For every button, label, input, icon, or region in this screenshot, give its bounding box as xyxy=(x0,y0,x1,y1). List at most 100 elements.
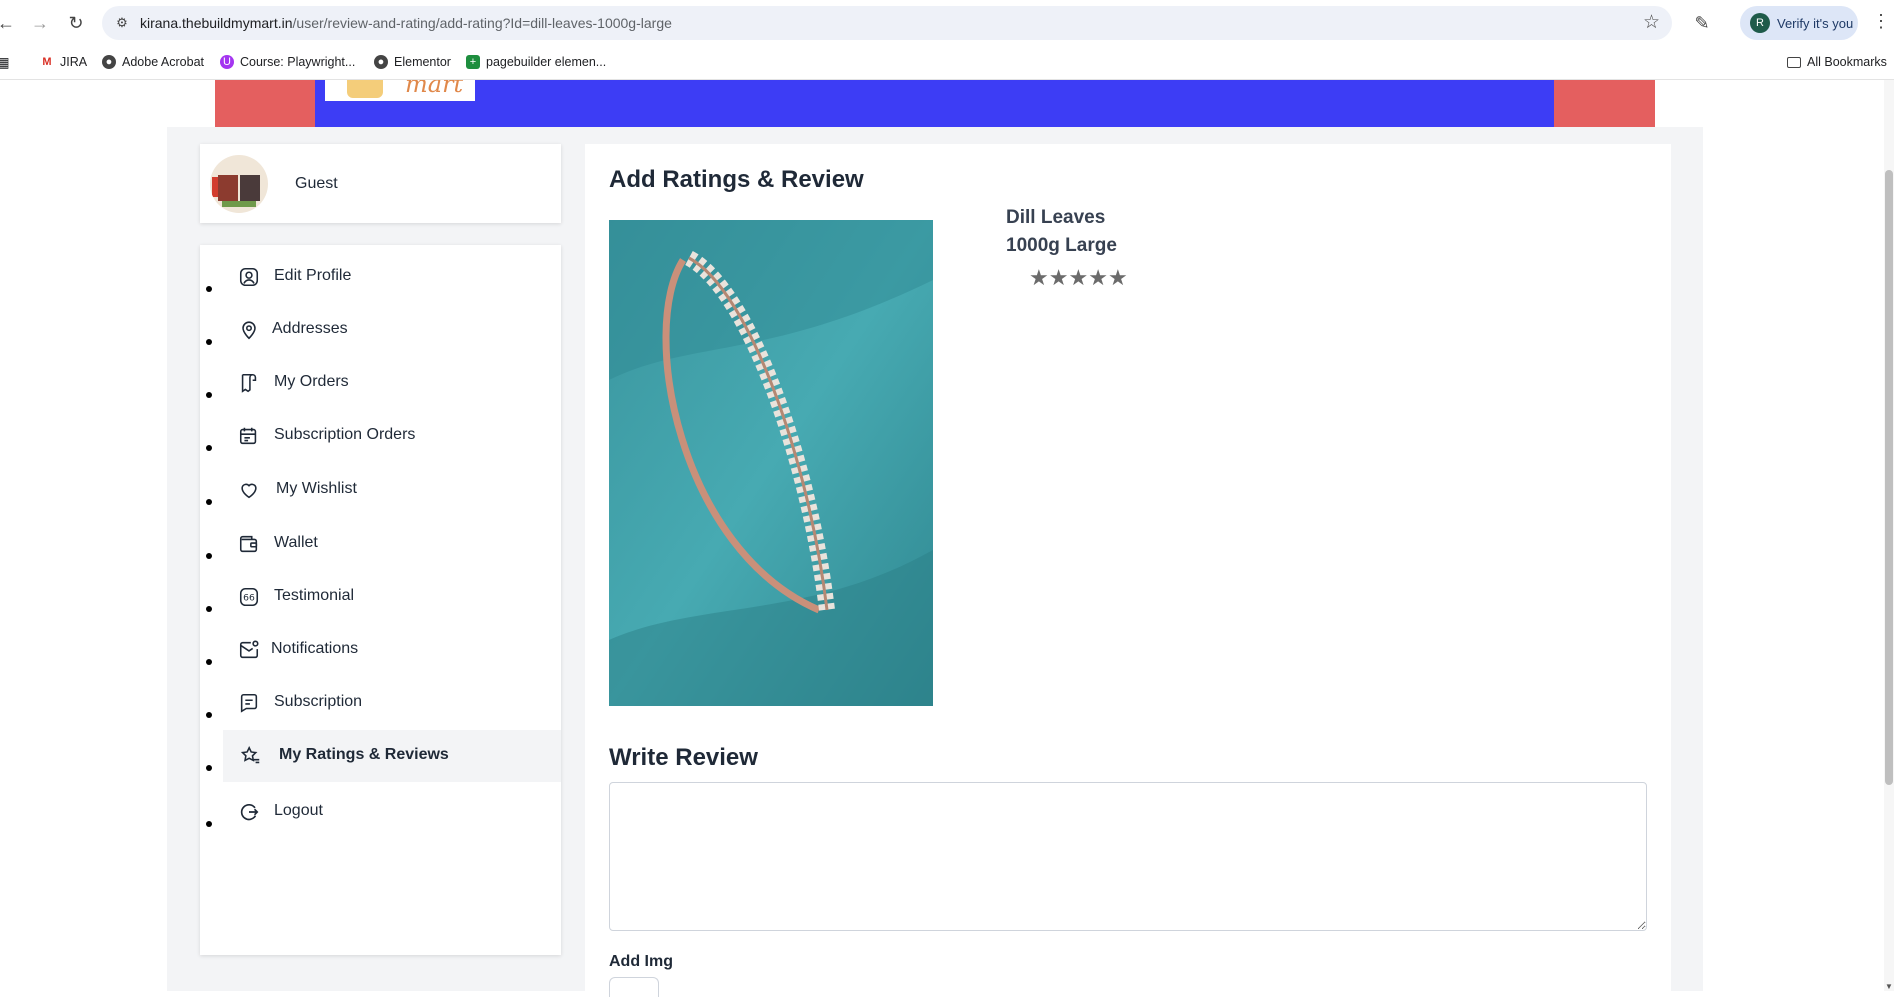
product-name: Dill Leaves xyxy=(1006,207,1106,228)
sidebar-item-label: Notifications xyxy=(271,640,359,657)
sidebar-item-my-ratings-reviews[interactable]: My Ratings & Reviews xyxy=(200,730,561,782)
star-rating[interactable]: ★ ★ ★ ★ ★ xyxy=(1029,267,1128,289)
bracelet-photo xyxy=(609,220,933,706)
url-text[interactable]: kirana.thebuildmymart.in/user/review-and… xyxy=(140,15,672,31)
logo-box-icon xyxy=(347,80,383,98)
bookmark-adobe-acrobat[interactable]: ● Adobe Acrobat xyxy=(102,55,204,69)
reload-icon[interactable]: ↻ xyxy=(64,11,88,35)
sidebar-item-subscription-orders[interactable]: Subscription Orders xyxy=(200,410,561,462)
bookmark-label: Elementor xyxy=(394,55,451,69)
sidebar-item-testimonial[interactable]: 66 Testimonial xyxy=(200,571,561,623)
browser-menu-icon[interactable]: ⋮ xyxy=(1872,11,1890,32)
bookmark-course-playwright[interactable]: U Course: Playwright... xyxy=(220,55,355,69)
sidebar-item-subscription[interactable]: Subscription xyxy=(200,677,561,729)
orders-icon xyxy=(241,373,257,393)
list-bullet xyxy=(206,499,212,505)
sidebar-item-label: Wallet xyxy=(274,534,318,551)
sidebar-item-label: Edit Profile xyxy=(274,267,352,284)
address-bar[interactable]: ⚙ kirana.thebuildmymart.in/user/review-a… xyxy=(102,6,1672,40)
globe-icon: ● xyxy=(374,55,388,69)
url-path: /user/review-and-rating/add-rating?Id=di… xyxy=(292,15,672,31)
sidebar-item-label: My Ratings & Reviews xyxy=(279,746,449,763)
list-bullet xyxy=(206,765,212,771)
list-bullet xyxy=(206,553,212,559)
globe-icon: ● xyxy=(102,55,116,69)
extensions-icon[interactable]: ✎ xyxy=(1690,11,1714,35)
sidebar-item-label: Subscription xyxy=(274,693,363,710)
star-icon[interactable]: ★ xyxy=(1108,267,1128,289)
bookmark-pagebuilder[interactable]: + pagebuilder elemen... xyxy=(466,55,606,69)
bookmark-star-icon[interactable]: ☆ xyxy=(1643,12,1660,34)
list-bullet xyxy=(206,339,212,345)
sidebar-item-my-wishlist[interactable]: My Wishlist xyxy=(200,464,561,516)
product-image xyxy=(609,220,933,706)
wallet-icon xyxy=(239,535,258,553)
bookmarks-bar: ▦ M JIRA ● Adobe Acrobat U Course: Playw… xyxy=(0,46,1894,80)
list-bullet xyxy=(206,286,212,292)
scrollbar-thumb[interactable] xyxy=(1885,170,1893,785)
sidebar-item-addresses[interactable]: Addresses xyxy=(200,304,561,356)
profile-card: Guest xyxy=(200,144,561,223)
profile-name: Guest xyxy=(295,174,338,192)
bookmark-label: Adobe Acrobat xyxy=(122,55,205,69)
all-bookmarks-label: All Bookmarks xyxy=(1807,55,1887,69)
bookmark-elementor[interactable]: ● Elementor xyxy=(374,55,451,69)
list-bullet xyxy=(206,821,212,827)
sidebar-item-label: My Orders xyxy=(274,373,349,390)
product-variant: 1000g Large xyxy=(1006,235,1117,256)
write-review-heading: Write Review xyxy=(609,744,758,771)
scroll-down-arrow-icon[interactable]: ▼ xyxy=(1885,982,1893,991)
folder-icon xyxy=(1787,56,1801,68)
site-logo[interactable]: mart xyxy=(325,80,475,101)
forward-arrow-icon[interactable]: → xyxy=(28,11,52,35)
bookmark-jira[interactable]: M JIRA xyxy=(40,55,87,69)
apps-grid-icon[interactable]: ▦ xyxy=(0,54,16,70)
site-header: mart xyxy=(215,80,1655,127)
user-square-icon xyxy=(239,267,259,287)
sidebar-item-logout[interactable]: Logout xyxy=(200,786,561,838)
back-arrow-icon[interactable]: ← xyxy=(0,11,18,35)
verify-profile-button[interactable]: R Verify it's you xyxy=(1740,6,1858,40)
star-icon[interactable]: ★ xyxy=(1068,267,1088,289)
header-banner xyxy=(315,80,1554,127)
star-list-icon xyxy=(240,745,260,764)
account-sidebar: Edit Profile Addresses My Orders Subscri… xyxy=(200,245,561,955)
sidebar-item-label: Addresses xyxy=(272,320,348,337)
logout-icon xyxy=(240,803,259,821)
add-rating-panel: Add Ratings & Review Dill Leaves 1000g L… xyxy=(585,144,1671,997)
logo-text: mart xyxy=(405,80,464,98)
list-bullet xyxy=(206,659,212,665)
all-bookmarks-button[interactable]: All Bookmarks xyxy=(1787,55,1887,69)
avatar xyxy=(210,154,268,213)
calendar-orders-icon xyxy=(239,427,257,445)
sidebar-item-label: Logout xyxy=(274,802,323,819)
list-bullet xyxy=(206,712,212,718)
sheets-icon: + xyxy=(466,55,480,69)
sidebar-item-my-orders[interactable]: My Orders xyxy=(200,357,561,409)
sidebar-item-notifications[interactable]: Notifications xyxy=(200,624,561,676)
udemy-icon: U xyxy=(220,55,234,69)
star-icon[interactable]: ★ xyxy=(1029,267,1049,289)
sidebar-item-wallet[interactable]: Wallet xyxy=(200,518,561,570)
star-icon[interactable]: ★ xyxy=(1049,267,1069,289)
star-icon[interactable]: ★ xyxy=(1088,267,1108,289)
message-icon xyxy=(240,693,258,713)
url-host: kirana.thebuildmymart.in xyxy=(140,15,293,31)
page-scrollbar[interactable]: ▼ xyxy=(1884,80,1894,991)
mail-notification-icon xyxy=(239,640,259,659)
list-bullet xyxy=(206,445,212,451)
sidebar-item-edit-profile[interactable]: Edit Profile xyxy=(200,251,561,303)
quote-icon: 66 xyxy=(239,587,259,607)
gmail-icon: M xyxy=(42,56,52,68)
bookmark-label: pagebuilder elemen... xyxy=(486,55,607,69)
site-settings-icon[interactable]: ⚙ xyxy=(112,13,132,33)
svg-text:66: 66 xyxy=(243,593,255,604)
sidebar-item-label: Testimonial xyxy=(274,587,355,604)
heart-icon xyxy=(241,483,257,499)
list-bullet xyxy=(206,606,212,612)
review-textarea[interactable] xyxy=(609,782,1647,931)
profile-avatar-icon: R xyxy=(1750,13,1770,33)
browser-toolbar: ← → ↻ ⚙ kirana.thebuildmymart.in/user/re… xyxy=(0,0,1894,46)
add-img-upload[interactable] xyxy=(609,977,659,997)
sidebar-item-label: Subscription Orders xyxy=(274,426,416,443)
